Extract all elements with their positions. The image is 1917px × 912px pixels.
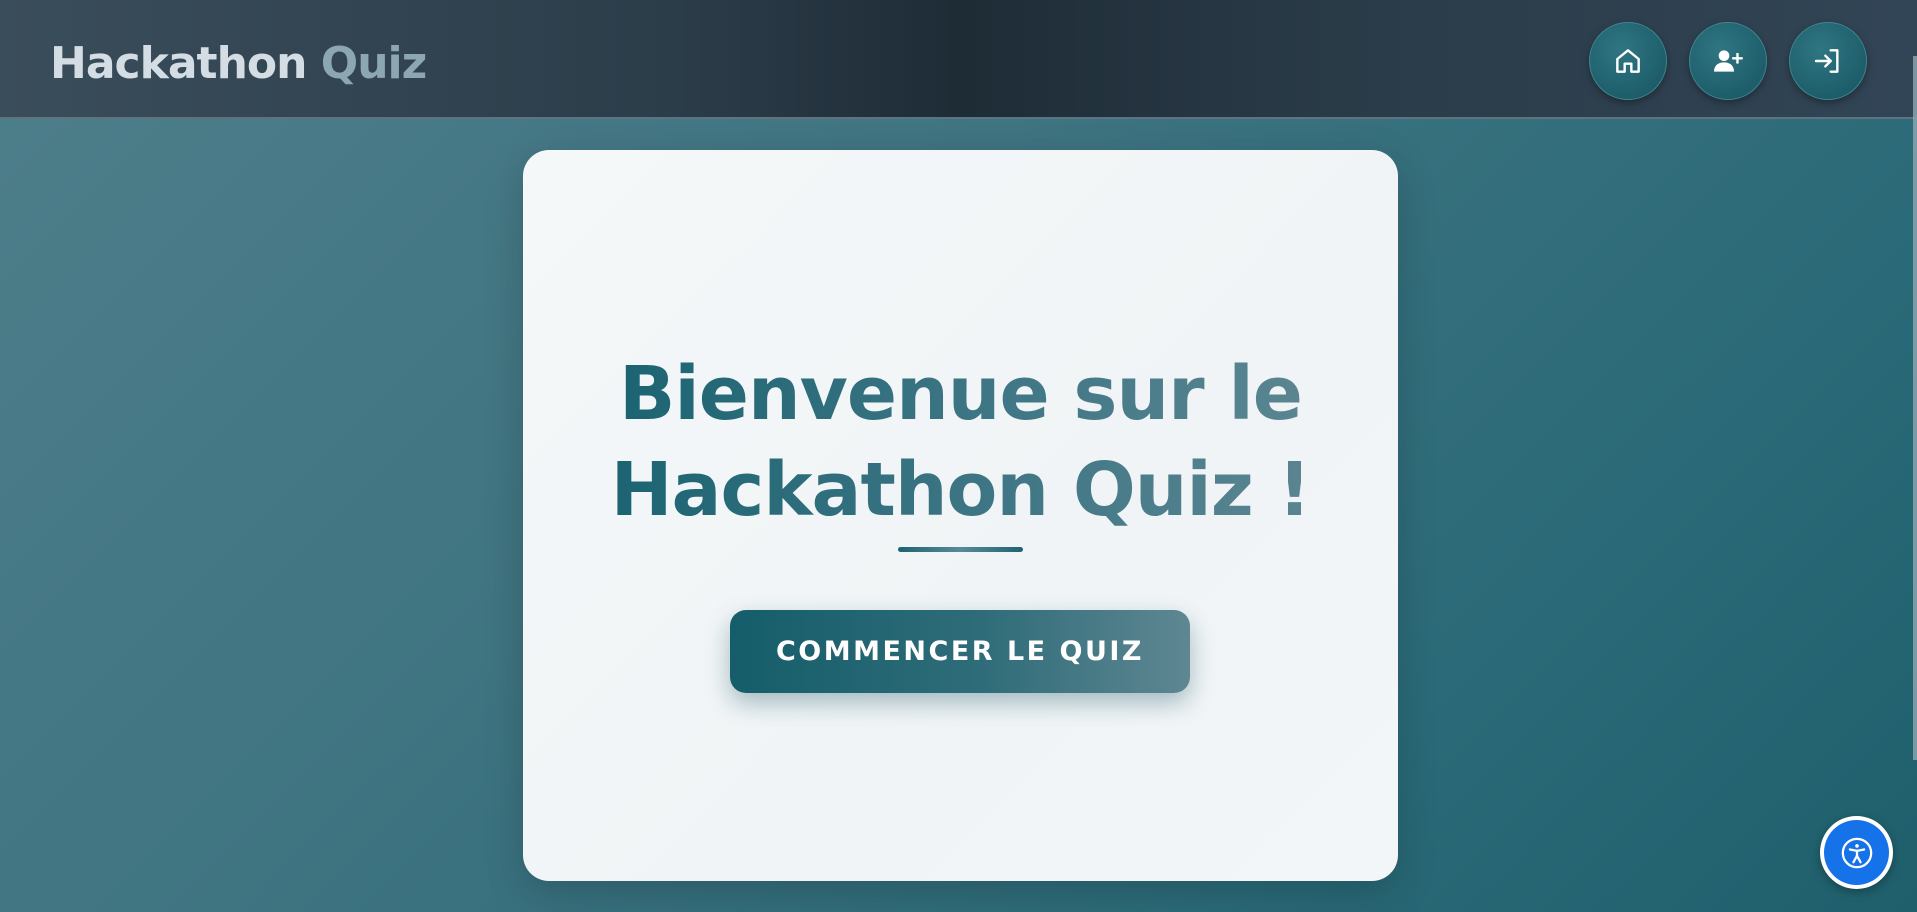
top-navbar: Hackathon Quiz [0, 0, 1917, 119]
welcome-card: Bienvenue sur le Hackathon Quiz ! COMMEN… [523, 150, 1398, 881]
accessibility-button-inner [1824, 820, 1889, 885]
brand-word-hackathon: Hackathon [50, 38, 307, 89]
page-scrollbar[interactable] [1913, 56, 1917, 760]
home-icon [1616, 49, 1640, 73]
start-quiz-button[interactable]: COMMENCER LE QUIZ [730, 610, 1190, 693]
welcome-heading: Bienvenue sur le Hackathon Quiz ! [523, 346, 1398, 538]
accessibility-icon [1841, 837, 1872, 868]
login-button[interactable] [1789, 22, 1867, 100]
welcome-heading-line1: Bienvenue sur le [619, 351, 1303, 437]
heading-divider [898, 547, 1023, 552]
brand-word-quiz: Quiz [320, 38, 427, 89]
welcome-heading-line2: Hackathon Quiz ! [610, 447, 1312, 533]
brand-logo[interactable]: Hackathon Quiz [50, 34, 427, 94]
accessibility-button[interactable] [1820, 816, 1893, 889]
home-button[interactable] [1589, 22, 1667, 100]
user-plus-icon [1714, 50, 1743, 72]
sign-in-icon [1814, 49, 1839, 73]
register-button[interactable] [1689, 22, 1767, 100]
